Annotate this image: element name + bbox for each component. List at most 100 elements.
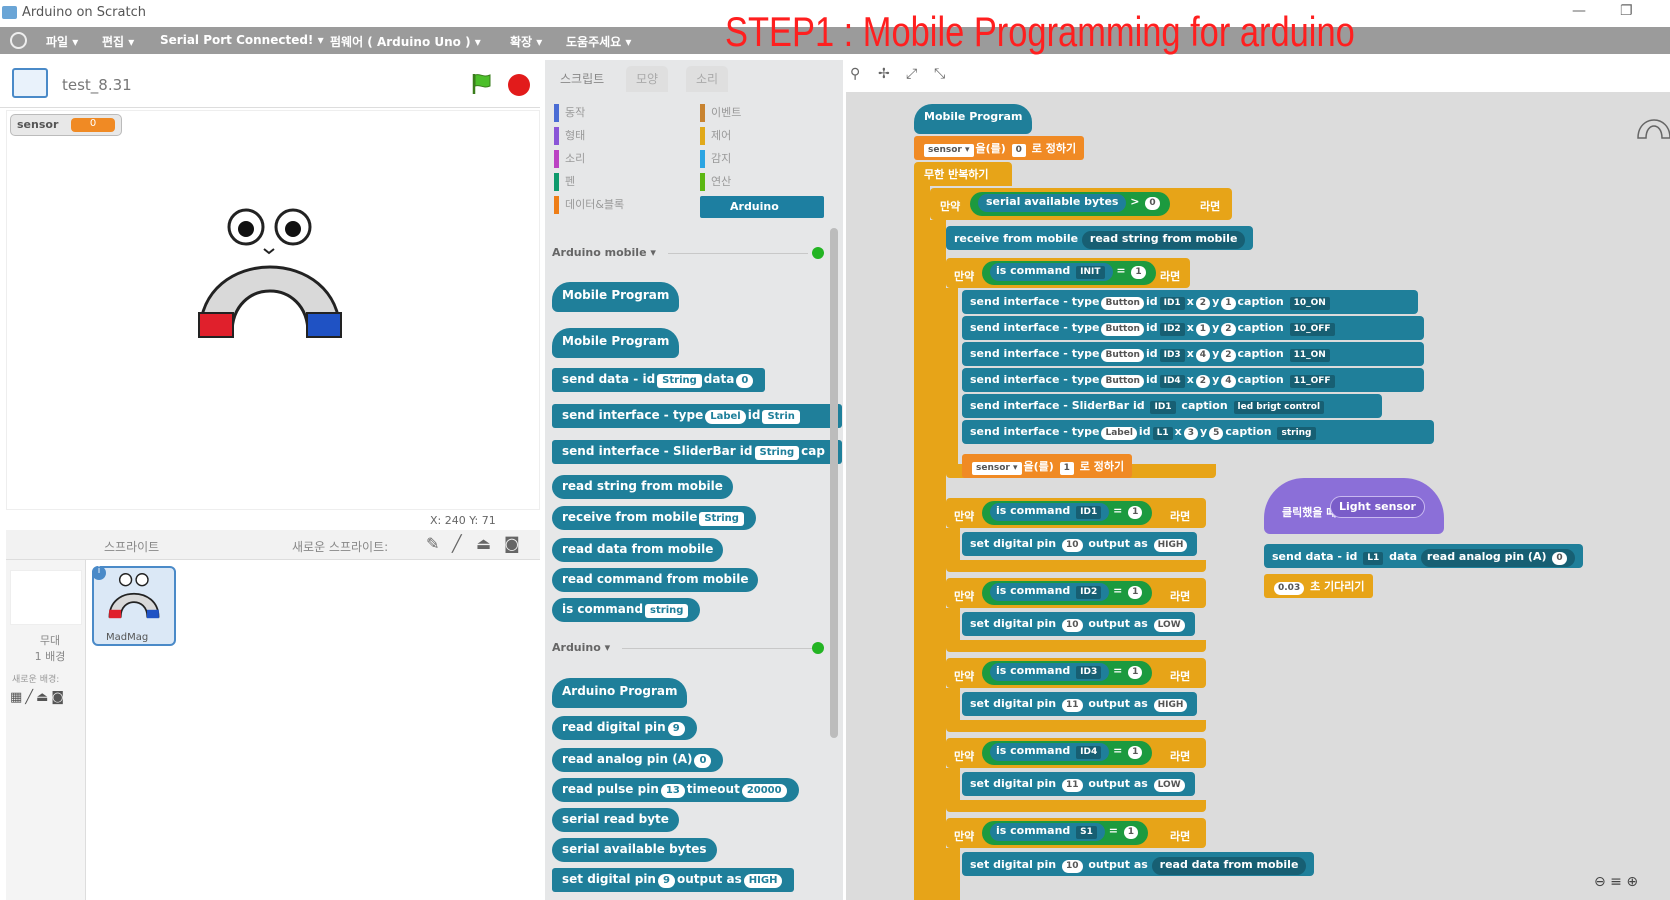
stage-thumbnail[interactable] [10, 570, 82, 625]
zoom-controls[interactable]: ⊖ ≡ ⊕ [1594, 874, 1638, 890]
globe-icon[interactable] [10, 32, 27, 49]
if-is-command-4[interactable]: 만약 is command ID4 = 1 라면 [946, 738, 1206, 768]
category-sound[interactable]: 소리 [554, 150, 624, 168]
side-send-data[interactable]: send data - id L1 data read analog pin (… [1264, 544, 1583, 568]
palette-arduino-program-hat[interactable]: Arduino Program [552, 678, 688, 708]
send-interface-row-4[interactable]: send interface - type Button id ID4 x 2 y 4 capt… [962, 368, 1424, 392]
menu-edit[interactable]: 편집 ▾ [102, 33, 134, 50]
side-wait[interactable]: 0.03 초 기다리기 [1264, 574, 1373, 598]
if-is-command-s1[interactable]: 만약 is command S1 = 1 라면 [946, 818, 1206, 848]
palette-receive-from-mobile[interactable]: receive from mobile String [552, 506, 756, 530]
sprite-list [6, 560, 540, 900]
category-operators[interactable]: 연산 [700, 173, 741, 191]
mobile-status-dot [812, 247, 824, 259]
send-interface-row-2[interactable]: send interface - type Button id ID2 x 1 y 2 capt… [962, 316, 1424, 340]
menu-serial[interactable]: Serial Port Connected! ▾ [160, 33, 324, 47]
side-when-clicked-hat[interactable]: 클릭했을 때 Light sensor [1264, 478, 1444, 534]
menu-file[interactable]: 파일 ▾ [46, 33, 78, 50]
category-looks[interactable]: 형태 [554, 127, 624, 145]
send-interface-label-row[interactable]: send interface - type Label id L1 x 3 y 5 captio… [962, 420, 1434, 444]
if-is-command-1[interactable]: 만약 is command ID1 = 1 라면 [946, 498, 1206, 528]
sprite-thumbnail[interactable]: i MadMag [92, 566, 176, 646]
variable-monitor: sensor 0 [10, 114, 122, 136]
gt-operator: serial available bytes > 0 [970, 192, 1170, 216]
send-interface-row-1[interactable]: send interface - type Button id ID1 x 2 y 1 capt… [962, 290, 1418, 314]
menu-firmware[interactable]: 펌웨어 ( Arduino Uno ) ▾ [330, 33, 481, 50]
if-serial-available[interactable]: 만약 serial available bytes > 0 라면 [930, 188, 1232, 220]
duplicate-icon[interactable]: ⚲ [850, 66, 860, 82]
magnet-sprite[interactable] [190, 205, 350, 365]
palette-serial-read-byte[interactable]: serial read byte [552, 808, 679, 832]
palette-is-command[interactable]: is command string [552, 598, 701, 622]
tab-costumes[interactable]: 모양 [626, 66, 669, 92]
category-events[interactable]: 이벤트 [700, 104, 741, 122]
brush-icon[interactable]: ╱ [452, 534, 462, 553]
palette-read-digital-pin[interactable]: read digital pin 9 [552, 716, 697, 740]
stop-icon[interactable] [508, 74, 530, 96]
if-is-command-2[interactable]: 만약 is command ID2 = 1 라면 [946, 578, 1206, 608]
script-forever[interactable]: 무한 반복하기 [914, 162, 1012, 186]
category-sensing[interactable]: 감지 [700, 150, 741, 168]
script-set-sensor-1[interactable]: sensor ▾ 을(를) 1 로 정하기 [962, 454, 1133, 478]
upload-icon[interactable]: ⏏ [476, 534, 491, 553]
script-forever-arm [914, 186, 930, 900]
presentation-mode-icon[interactable] [12, 68, 48, 98]
palette-read-string[interactable]: read string from mobile [552, 475, 733, 499]
category-list-right: 이벤트 제어 감지 연산 [700, 104, 741, 191]
paint-sprite-icon[interactable]: ✎ [426, 534, 439, 553]
set-digital-pin-4[interactable]: set digital pin 11 output as LOW [962, 772, 1195, 796]
camera-icon[interactable]: ◙ [504, 534, 520, 553]
arduino-status-dot [812, 642, 824, 654]
palette-read-command[interactable]: read command from mobile [552, 568, 759, 592]
palette-set-digital-pin[interactable]: set digital pin 9 output as HIGH [552, 868, 795, 892]
set-digital-pin-2[interactable]: set digital pin 10 output as LOW [962, 612, 1195, 636]
if-is-command-3[interactable]: 만약 is command ID3 = 1 라면 [946, 658, 1206, 688]
grow-icon[interactable]: ⤢ [906, 66, 917, 82]
menu-help[interactable]: 도움주세요 ▾ [566, 33, 631, 50]
category-data[interactable]: 데이터&블록 [554, 196, 624, 214]
palette-serial-available[interactable]: serial available bytes [552, 838, 717, 862]
minimize-icon[interactable]: — [1572, 3, 1586, 19]
send-interface-row-3[interactable]: send interface - type Button id ID3 x 4 y 2 capt… [962, 342, 1424, 366]
category-arduino[interactable]: Arduino [700, 196, 824, 218]
section-arduino-mobile[interactable]: Arduino mobile ▾ [552, 246, 808, 259]
maximize-icon[interactable]: ❐ [1620, 3, 1633, 19]
tab-sounds[interactable]: 소리 [686, 66, 729, 92]
palette-scrollbar[interactable] [830, 228, 838, 738]
set-digital-pin-1[interactable]: set digital pin 10 output as HIGH [962, 532, 1198, 556]
category-pen[interactable]: 펜 [554, 173, 624, 191]
send-sliderbar-row[interactable]: send interface - SliderBar id ID1 captio… [962, 394, 1382, 418]
script-set-sensor-0[interactable]: sensor ▾ 을(를) 0 로 정하기 [914, 136, 1085, 160]
script-toolbar [846, 62, 1670, 92]
category-motion[interactable]: 동작 [554, 104, 624, 122]
cut-icon[interactable]: ✢ [878, 66, 890, 82]
tab-scripts[interactable]: 스크립트 [550, 66, 615, 92]
set-digital-pin-3[interactable]: set digital pin 11 output as HIGH [962, 692, 1198, 716]
section-arduino[interactable]: Arduino ▾ [552, 641, 813, 654]
palette-read-analog-pin[interactable]: read analog pin (A) 0 [552, 748, 724, 772]
script-receive-from-mobile[interactable]: receive from mobile read string from mob… [946, 226, 1254, 250]
shrink-icon[interactable]: ⤡ [934, 66, 945, 82]
set-digital-pin-read-data[interactable]: set digital pin 10 output as read data f… [962, 852, 1315, 876]
if-command-3-end [946, 720, 1206, 732]
palette-read-data[interactable]: read data from mobile [552, 538, 724, 562]
palette-send-interface[interactable]: send interface - type Label id Strin [552, 404, 842, 428]
if-is-command-init[interactable]: 만약 is command INIT = 1 라면 [946, 258, 1190, 288]
sprite-thumb-magnet [108, 573, 160, 619]
palette-send-sliderbar[interactable]: send interface - SliderBar id String cap [552, 440, 842, 464]
palette-mobile-program-hat-2[interactable]: Mobile Program [552, 328, 680, 358]
if-command-2-arm [946, 608, 960, 642]
category-control[interactable]: 제어 [700, 127, 741, 145]
window-title: Arduino on Scratch [22, 5, 146, 20]
script-mobile-program-hat[interactable]: Mobile Program [914, 104, 1033, 134]
menu-extension[interactable]: 확장 ▾ [510, 33, 542, 50]
palette-read-pulse-pin[interactable]: read pulse pin 13 timeout 20000 [552, 778, 799, 802]
palette-mobile-program-hat-1[interactable]: Mobile Program [552, 282, 680, 312]
interface-rows: send interface - type Button id ID1 x 2 y 1 capt… [962, 290, 1434, 446]
palette-send-data[interactable]: send data - id String data 0 [552, 368, 766, 392]
backdrop-tools-icon[interactable]: ▦╱⏏◙ [10, 690, 67, 705]
green-flag-icon[interactable] [470, 72, 494, 96]
stage-label-1: 무대 [39, 634, 61, 647]
project-name[interactable]: test_8.31 [62, 76, 132, 94]
side-hat-message: Light sensor [1330, 496, 1425, 518]
